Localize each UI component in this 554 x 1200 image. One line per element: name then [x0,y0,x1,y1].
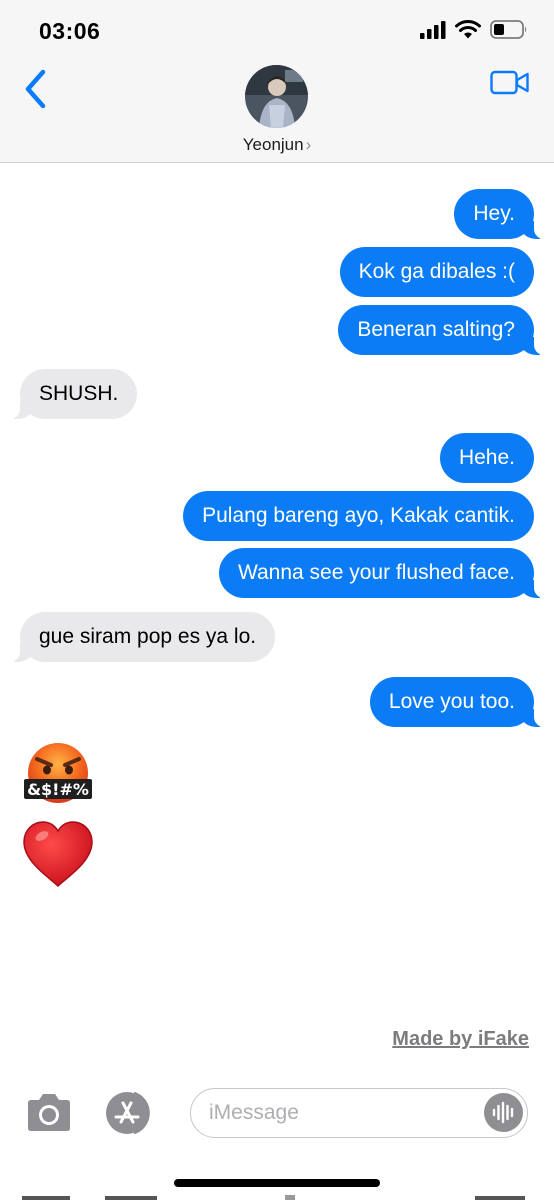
message-text: SHUSH. [39,382,119,405]
app-drawer-peek [22,1195,525,1200]
conversation-header: Yeonjun › [0,60,554,163]
app-store-icon [106,1091,150,1135]
status-bar: 03:06 [0,0,554,60]
camera-icon [28,1094,70,1131]
message-bubble-outgoing[interactable]: Hey. [454,189,548,239]
home-indicator[interactable] [174,1179,380,1187]
back-button[interactable] [22,68,52,109]
camera-button[interactable] [24,1093,74,1133]
video-camera-icon [490,70,529,95]
audio-message-button[interactable] [484,1093,523,1132]
contact-name-button[interactable]: Yeonjun › [0,135,554,155]
red-heart-icon [23,821,93,888]
message-text: Hehe. [458,446,515,469]
message-bubble-incoming[interactable]: SHUSH. [5,369,138,419]
message-text: Wanna see your flushed face. [237,561,515,584]
face-with-symbols-on-mouth-icon: &$!#% [24,743,92,803]
waveform-icon [492,1101,514,1124]
battery-icon [490,20,527,39]
message-bubble-outgoing[interactable]: Beneran salting? [338,305,548,355]
message-text: Hey. [473,202,515,225]
message-bubble-incoming[interactable]: gue siram pop es ya lo. [5,612,276,662]
contact-avatar[interactable] [245,65,308,128]
facetime-video-button[interactable] [490,70,530,96]
emoji-message-heart[interactable] [20,818,96,895]
chevron-left-icon [25,69,46,109]
message-bubble-outgoing[interactable]: Love you too. [369,677,549,727]
message-bubble-outgoing[interactable]: Hehe. [439,433,534,483]
message-text: gue siram pop es ya lo. [39,625,257,648]
message-text: Love you too. [388,690,515,713]
contact-name: Yeonjun [242,135,304,154]
message-input[interactable] [209,1089,479,1136]
message-bubble-outgoing[interactable]: Kok ga dibales :( [339,247,534,297]
message-bubble-outgoing[interactable]: Pulang bareng ayo, Kakak cantik. [183,491,534,541]
chevron-right-icon: › [305,135,312,154]
emoji-message-angry[interactable]: &$!#% [20,742,96,809]
status-time: 03:06 [39,18,101,44]
message-bubble-outgoing[interactable]: Wanna see your flushed face. [218,548,549,598]
app-store-button[interactable] [104,1091,160,1135]
message-input-container [190,1088,528,1138]
status-icons [420,20,528,39]
message-text: Beneran salting? [357,318,515,341]
message-text: Kok ga dibales :( [358,260,515,283]
wifi-icon [455,20,481,39]
message-text: Pulang bareng ayo, Kakak cantik. [202,504,515,527]
watermark: Made by iFake [392,1028,529,1050]
emoji-symbols-caption: &$!#% [27,780,89,799]
cellular-signal-icon [420,20,446,39]
avatar-photo [245,65,308,128]
